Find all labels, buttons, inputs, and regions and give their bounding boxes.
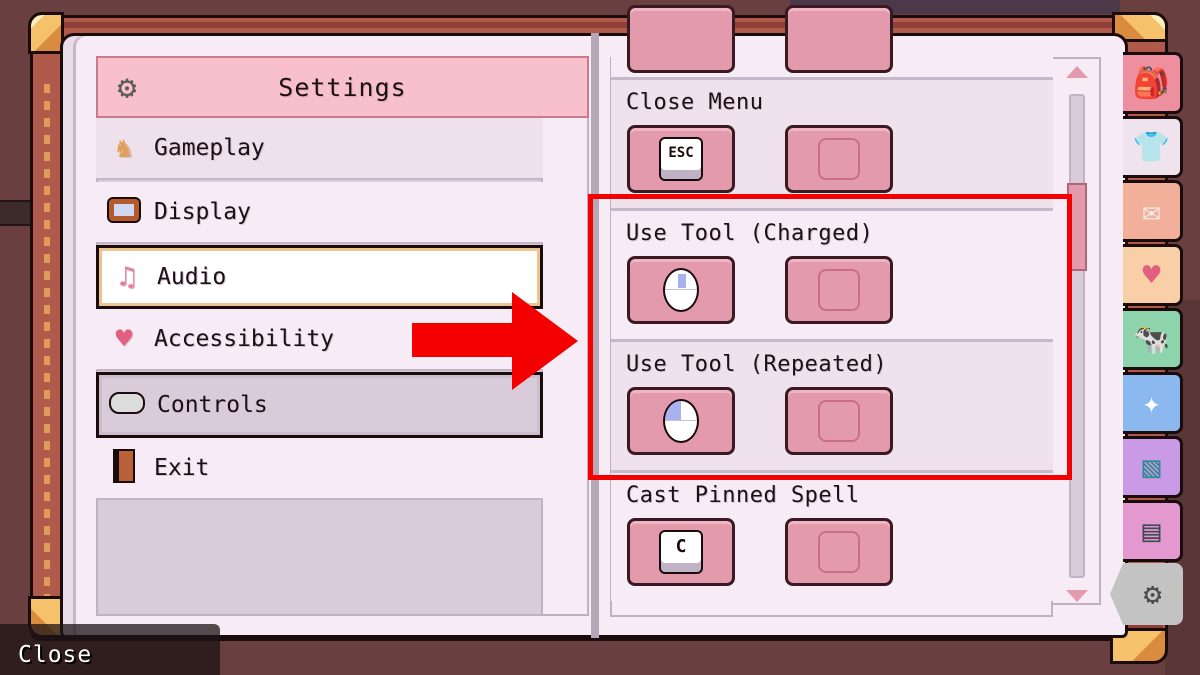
book-cover-trim bbox=[33, 22, 1163, 28]
binding-slot[interactable] bbox=[785, 5, 893, 73]
sparkles-icon: ✦ bbox=[1142, 385, 1161, 421]
empty-slot-icon bbox=[818, 138, 860, 180]
envelope-icon: ✉ bbox=[1142, 193, 1161, 229]
page-title: Settings bbox=[278, 72, 407, 102]
menu-item-label: Display bbox=[154, 199, 251, 225]
scroll-up-arrow-icon[interactable] bbox=[1066, 66, 1088, 78]
menu-item-label: Gameplay bbox=[154, 135, 265, 161]
map-icon: ▧ bbox=[1142, 449, 1161, 485]
action-label: Close Menu bbox=[626, 90, 764, 115]
secondary-binding-button[interactable] bbox=[785, 125, 893, 193]
side-tab-animals[interactable]: 🐄 bbox=[1123, 308, 1183, 370]
highlight-box bbox=[588, 194, 1072, 480]
keybinding-row-close-menu: Close Menu ESC bbox=[611, 77, 1054, 208]
side-tab-settings[interactable]: ⚙ bbox=[1110, 563, 1183, 625]
keyboard-key-icon: ESC bbox=[659, 137, 703, 181]
primary-binding-button[interactable]: C bbox=[627, 518, 735, 586]
heart-icon: ♥ bbox=[1142, 257, 1161, 293]
menu-item-gameplay[interactable]: ♞ Gameplay bbox=[96, 118, 543, 180]
close-button[interactable]: Close bbox=[18, 642, 92, 668]
action-label: Cast Pinned Spell bbox=[626, 483, 860, 508]
gear-icon: ⚙ bbox=[1143, 576, 1162, 612]
keyboard-key-icon: C bbox=[659, 530, 703, 574]
door-icon bbox=[102, 448, 146, 488]
menu-item-label: Audio bbox=[157, 264, 227, 290]
side-tab-mail[interactable]: ✉ bbox=[1123, 180, 1183, 242]
gamepad-icon bbox=[105, 391, 149, 419]
book-icon: ▤ bbox=[1142, 513, 1161, 549]
side-tab-journal[interactable]: ▤ bbox=[1123, 500, 1183, 562]
shirt-icon: 👕 bbox=[1132, 129, 1171, 165]
book-corner bbox=[28, 12, 64, 54]
secondary-binding-button[interactable] bbox=[785, 518, 893, 586]
menu-item-display[interactable]: Display bbox=[96, 182, 543, 244]
menu-item-label: Accessibility bbox=[154, 326, 335, 352]
binding-slot[interactable] bbox=[627, 5, 735, 73]
keybinding-row-cast-pinned-spell: Cast Pinned Spell C bbox=[611, 470, 1054, 601]
tv-icon bbox=[102, 196, 146, 228]
heart-icon: ♥ bbox=[115, 322, 133, 355]
side-tab-wardrobe[interactable]: 👕 bbox=[1123, 116, 1183, 178]
side-tab-map[interactable]: ▧ bbox=[1123, 436, 1183, 498]
keybinding-row-partial bbox=[611, 5, 1054, 77]
primary-binding-button[interactable]: ESC bbox=[627, 125, 735, 193]
menu-item-exit[interactable]: Exit bbox=[96, 438, 543, 500]
highlight-arrow-icon bbox=[412, 292, 578, 390]
cow-icon: 🐄 bbox=[1132, 321, 1171, 357]
book-stitching bbox=[44, 84, 50, 604]
menu-item-label: Controls bbox=[157, 392, 268, 418]
side-tab-relationships[interactable]: ♥ bbox=[1123, 244, 1183, 306]
empty-slot-icon bbox=[818, 531, 860, 573]
side-tab-magic[interactable]: ✦ bbox=[1123, 372, 1183, 434]
chess-knight-icon: ♞ bbox=[115, 131, 133, 164]
scroll-down-arrow-icon[interactable] bbox=[1066, 590, 1088, 602]
music-notes-icon: ♫ bbox=[118, 260, 136, 293]
menu-item-label: Exit bbox=[154, 455, 210, 481]
side-tab-inventory[interactable]: 🎒 bbox=[1123, 52, 1183, 114]
backpack-icon: 🎒 bbox=[1132, 65, 1171, 101]
